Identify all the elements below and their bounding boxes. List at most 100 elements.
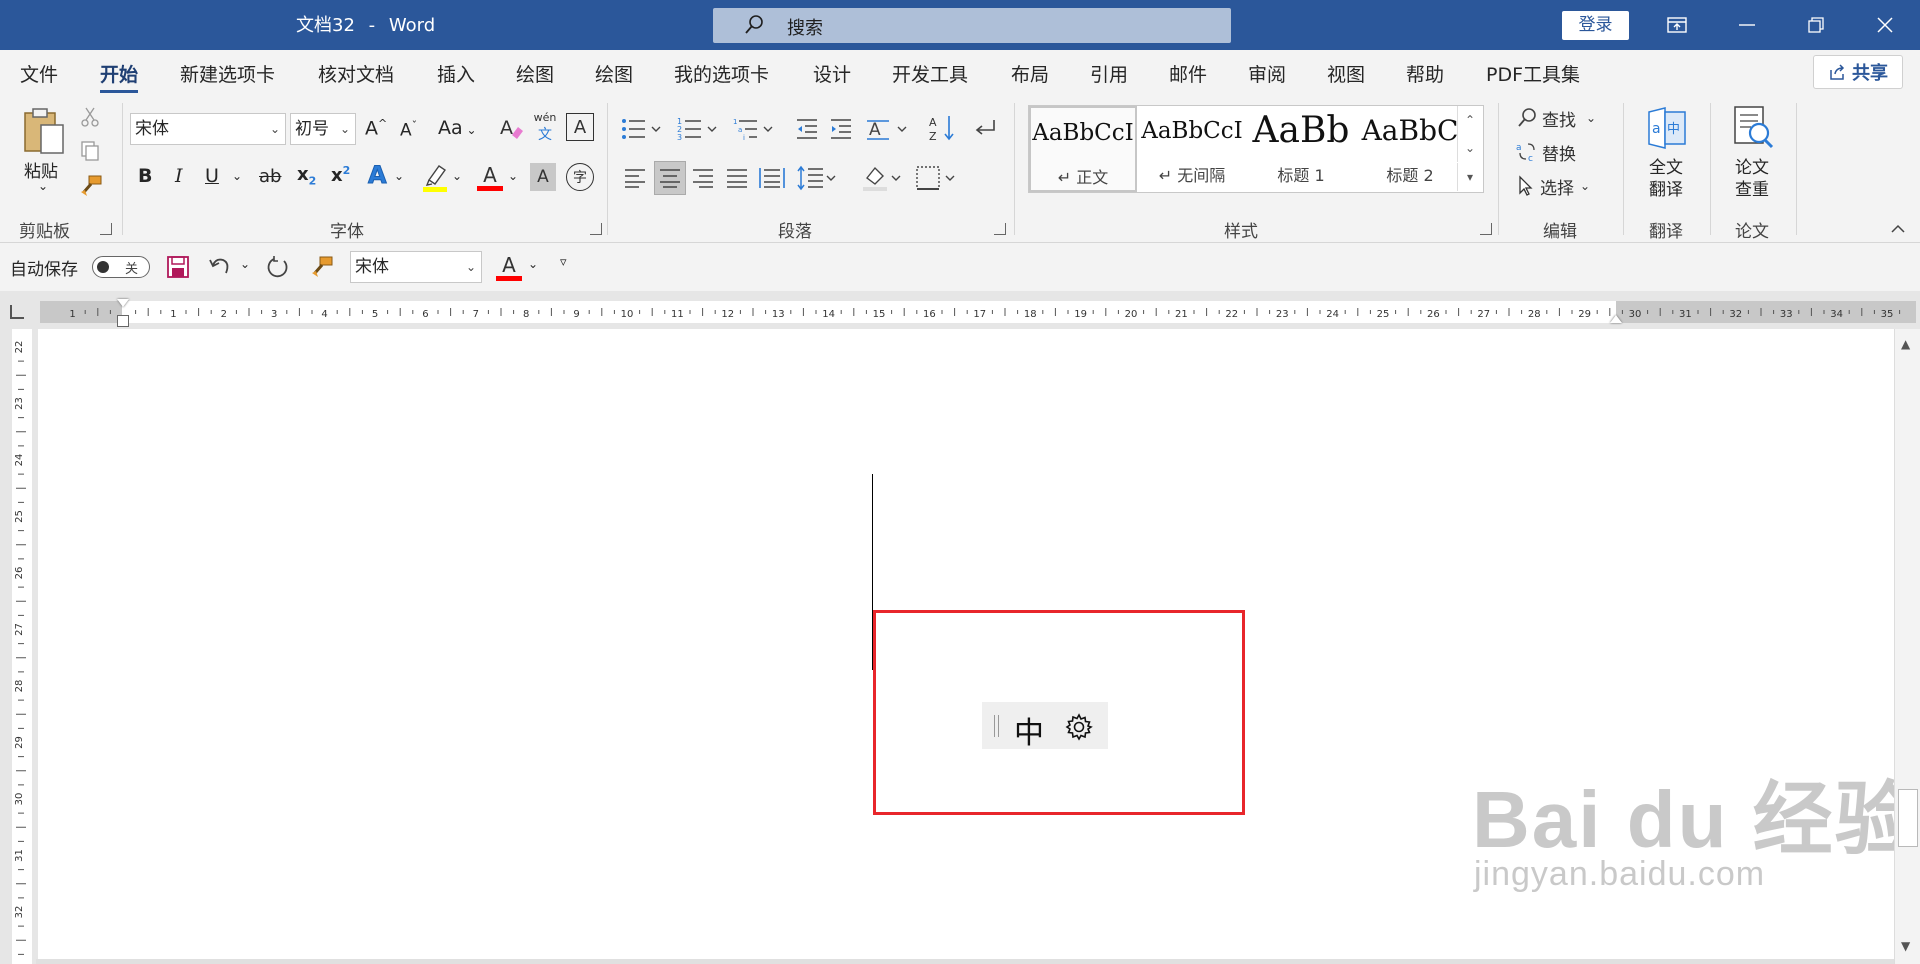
ribbon-display-options-icon[interactable] xyxy=(1657,8,1697,42)
vertical-scrollbar[interactable]: ▲ ▼ xyxy=(1894,329,1920,964)
styles-more-icon[interactable]: ▾ xyxy=(1457,163,1482,191)
gear-icon[interactable] xyxy=(1064,712,1094,747)
subscript-button[interactable]: x2 xyxy=(297,164,316,188)
horizontal-scrollbar[interactable] xyxy=(36,959,1894,964)
copy-icon[interactable] xyxy=(78,139,102,163)
ime-mode-toggle[interactable]: 中 xyxy=(1014,708,1044,752)
numbering-icon[interactable]: 123 xyxy=(676,115,722,143)
tab-my-tab[interactable]: 我的选项卡 xyxy=(674,60,769,87)
highlight-dropdown-icon[interactable]: ⌄ xyxy=(452,169,462,183)
left-indent-marker[interactable] xyxy=(117,315,129,327)
tab-check-doc[interactable]: 核对文档 xyxy=(318,60,394,87)
bold-button[interactable]: B xyxy=(138,165,152,187)
distributed-icon[interactable] xyxy=(758,165,786,191)
redo-icon[interactable] xyxy=(264,253,292,281)
share-button[interactable]: 共享 xyxy=(1813,55,1903,89)
paragraph-launcher-icon[interactable] xyxy=(994,223,1006,235)
tab-home[interactable]: 开始 xyxy=(100,60,139,93)
style-heading-1[interactable]: AaBb 标题 1 xyxy=(1247,106,1355,192)
align-center-icon[interactable] xyxy=(654,161,686,195)
grow-font-icon[interactable]: A^ xyxy=(365,117,387,139)
scrollbar-thumb[interactable] xyxy=(1898,789,1918,847)
format-painter-icon[interactable] xyxy=(78,173,104,199)
tab-insert[interactable]: 插入 xyxy=(437,60,475,87)
clipboard-launcher-icon[interactable] xyxy=(100,223,112,235)
decrease-indent-icon[interactable] xyxy=(794,115,820,143)
highlight-icon[interactable] xyxy=(420,161,450,193)
styles-scroll-up-icon[interactable]: ⌃ xyxy=(1457,106,1482,134)
style-heading-2[interactable]: AaBbC 标题 2 xyxy=(1356,106,1464,192)
increase-indent-icon[interactable] xyxy=(828,115,854,143)
tab-draw-1[interactable]: 绘图 xyxy=(516,60,554,87)
select-button[interactable]: 选择 ⌄ xyxy=(1516,173,1612,199)
align-left-icon[interactable] xyxy=(622,165,648,191)
scroll-down-icon[interactable]: ▼ xyxy=(1901,939,1910,953)
cut-icon[interactable] xyxy=(78,105,102,129)
shading-icon[interactable] xyxy=(860,163,906,193)
tab-file[interactable]: 文件 xyxy=(20,60,58,87)
save-icon[interactable] xyxy=(164,253,192,281)
tab-pdf-tools[interactable]: PDF工具集 xyxy=(1486,60,1580,87)
bullets-icon[interactable] xyxy=(620,115,664,143)
styles-scroll-down-icon[interactable]: ⌄ xyxy=(1457,134,1482,162)
qat-font-combo[interactable]: 宋体 ⌄ xyxy=(350,251,482,283)
horizontal-ruler[interactable]: 1 1 2 3 4 5 6 7 8 9 10 11 12 13 14 15 16 17 18 19 20 21 22 23 24… xyxy=(40,299,1916,327)
tab-references[interactable]: 引用 xyxy=(1090,60,1128,87)
font-launcher-icon[interactable] xyxy=(590,223,602,235)
style-no-spacing[interactable]: AaBbCcI ↵ 无间隔 xyxy=(1138,106,1246,192)
superscript-button[interactable]: x2 xyxy=(331,164,350,186)
multilevel-list-icon[interactable]: 1ai xyxy=(732,115,778,143)
tab-review[interactable]: 审阅 xyxy=(1248,60,1286,87)
underline-dropdown-icon[interactable]: ⌄ xyxy=(232,169,242,183)
sort-icon[interactable]: AZ xyxy=(928,113,958,143)
tab-selector-icon[interactable] xyxy=(10,305,24,319)
tab-developer[interactable]: 开发工具 xyxy=(892,60,968,87)
strikethrough-button[interactable]: ab xyxy=(259,166,281,187)
tab-help[interactable]: 帮助 xyxy=(1406,60,1444,87)
text-effects-button[interactable]: A xyxy=(368,161,388,190)
replace-button[interactable]: ac 替换 xyxy=(1516,139,1596,165)
italic-button[interactable]: I xyxy=(175,165,183,187)
translate-label-line2[interactable]: 翻译 xyxy=(1649,175,1683,200)
tab-mailings[interactable]: 邮件 xyxy=(1169,60,1207,87)
qat-font-color-dropdown-icon[interactable]: ⌄ xyxy=(528,257,538,271)
underline-button[interactable]: U xyxy=(205,165,219,187)
vertical-ruler[interactable]: 22 23 24 25 26 27 28 29 30 31 32 xyxy=(0,329,36,964)
paper-check-icon[interactable] xyxy=(1730,105,1776,151)
clear-formatting-icon[interactable]: A xyxy=(496,113,526,143)
tab-design[interactable]: 设计 xyxy=(813,60,851,87)
show-formatting-marks-icon[interactable] xyxy=(970,115,1000,143)
shrink-font-icon[interactable]: Aˇ xyxy=(400,119,417,141)
close-icon[interactable] xyxy=(1865,8,1905,42)
translate-icon[interactable]: a中 xyxy=(1644,105,1690,151)
font-name-combo[interactable]: 宋体 ⌄ xyxy=(130,113,286,145)
search-box[interactable]: 搜索 xyxy=(713,8,1231,43)
tab-view[interactable]: 视图 xyxy=(1327,60,1365,87)
right-indent-marker[interactable] xyxy=(1610,315,1622,323)
customize-qat-icon[interactable]: ▿ xyxy=(560,255,567,270)
style-normal[interactable]: AaBbCcI ↵ 正文 xyxy=(1029,106,1137,192)
font-size-combo[interactable]: 初号 ⌄ xyxy=(290,113,356,145)
chinese-layout-icon[interactable]: A xyxy=(866,115,912,143)
align-right-icon[interactable] xyxy=(690,165,716,191)
borders-icon[interactable] xyxy=(914,163,960,193)
font-color-dropdown-icon[interactable]: ⌄ xyxy=(508,169,518,183)
tab-new-tab[interactable]: 新建选项卡 xyxy=(180,60,275,87)
tab-draw-2[interactable]: 绘图 xyxy=(595,60,633,87)
minimize-icon[interactable] xyxy=(1727,8,1767,42)
find-button[interactable]: 查找 ⌄ xyxy=(1516,105,1612,131)
restore-icon[interactable] xyxy=(1796,8,1836,42)
format-painter-icon[interactable] xyxy=(308,253,336,281)
paste-icon[interactable] xyxy=(18,105,68,159)
line-spacing-icon[interactable] xyxy=(796,163,840,193)
font-color-icon[interactable]: A xyxy=(476,161,504,193)
qat-font-color-icon[interactable]: A xyxy=(494,251,524,283)
ime-drag-handle[interactable] xyxy=(994,715,999,737)
login-button[interactable]: 登录 xyxy=(1562,11,1629,40)
autosave-toggle[interactable]: 关 xyxy=(92,256,150,278)
change-case-button[interactable]: Aa ⌄ xyxy=(438,117,477,139)
phonetic-guide-icon[interactable]: wén 文 xyxy=(530,109,560,145)
paste-dropdown-icon[interactable]: ⌄ xyxy=(38,179,48,193)
character-shading-icon[interactable]: A xyxy=(530,163,556,191)
scroll-up-icon[interactable]: ▲ xyxy=(1901,337,1910,351)
